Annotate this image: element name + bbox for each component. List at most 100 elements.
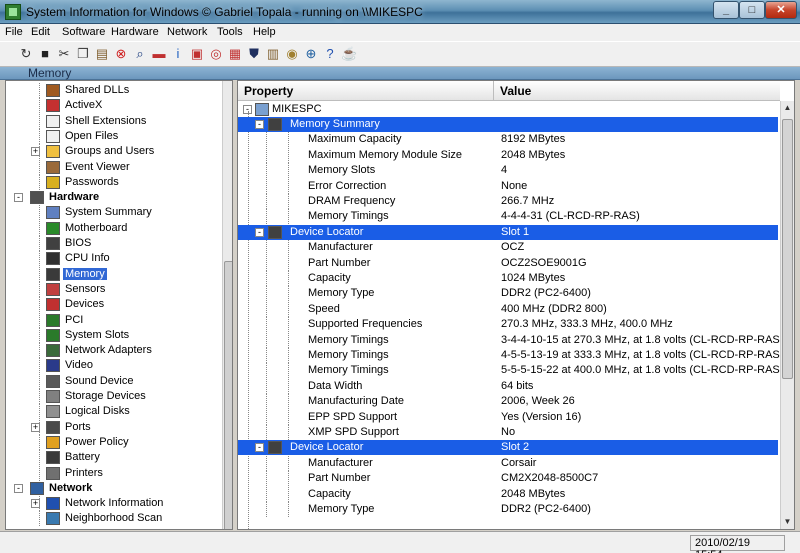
tree-item-ports[interactable]: + Ports (6, 419, 216, 435)
chart-icon[interactable]: ▦ (227, 45, 243, 63)
tree-item-network[interactable]: - Network (6, 481, 216, 496)
expand-icon[interactable]: + (31, 422, 40, 432)
property-row[interactable]: Manufacturing Date 2006, Week 26 (238, 394, 778, 410)
property-row[interactable]: Data Width 64 bits (238, 378, 778, 394)
cut-icon[interactable]: ✂ (56, 45, 72, 63)
info-icon[interactable]: i (170, 45, 186, 63)
column-header-property[interactable]: Property (238, 81, 494, 101)
tree-item-shell-extensions[interactable]: Shell Extensions (6, 113, 216, 129)
tree-item-groups-and-users[interactable]: + Groups and Users (6, 144, 216, 160)
tree-item-network-adapters[interactable]: Network Adapters (6, 343, 216, 359)
property-row[interactable]: Error Correction None (238, 178, 778, 194)
menu-file[interactable]: File (5, 26, 23, 38)
tree-item-sound-device[interactable]: Sound Device (6, 373, 216, 389)
property-row[interactable]: Maximum Capacity 8192 MBytes (238, 132, 778, 148)
tree-scrollbar-thumb[interactable] (224, 261, 232, 529)
property-row[interactable]: Memory Type DDR2 (PC2-6400) (238, 286, 778, 302)
property-row[interactable]: Manufacturer Corsair (238, 455, 778, 471)
help-icon[interactable]: ? (322, 45, 338, 63)
column-header-value[interactable]: Value (494, 81, 780, 101)
expand-icon[interactable]: + (31, 147, 40, 157)
property-row[interactable]: Capacity 2048 MBytes (238, 486, 778, 502)
property-row[interactable]: Supported Frequencies 270.3 MHz, 333.3 MH… (238, 317, 778, 333)
property-row[interactable]: EPP SPD Support Yes (Version 16) (238, 409, 778, 425)
property-row[interactable]: Memory Timings 4-5-5-13-19 at 333.3 MHz, … (238, 348, 794, 363)
find-icon[interactable]: ⌕ (132, 45, 148, 63)
stop-icon[interactable]: ⊗ (113, 45, 129, 63)
cd-icon[interactable]: ◉ (284, 45, 300, 63)
title-bar[interactable]: System Information for Windows © Gabriel… (0, 0, 800, 24)
tree-item-video[interactable]: Video (6, 358, 216, 374)
tree-item-bios[interactable]: BIOS (6, 236, 216, 251)
tree-root[interactable]: - MIKESPC (238, 102, 778, 117)
menu-help[interactable]: Help (253, 26, 276, 38)
save-icon[interactable]: ■ (37, 45, 53, 63)
menu-network[interactable]: Network (167, 26, 207, 38)
tree-item-pci[interactable]: PCI (6, 312, 216, 328)
collapse-icon[interactable]: - (14, 483, 23, 493)
navigation-tree[interactable]: Shared DLLs ActiveX Shell Extensions Open F… (5, 80, 233, 530)
copy-icon[interactable]: ❐ (75, 45, 91, 63)
tree-item-devices[interactable]: Devices (6, 297, 216, 313)
details-scrollbar[interactable]: ▲ ▼ (780, 101, 794, 529)
tree-item-power-policy[interactable]: Power Policy (6, 434, 216, 450)
property-row[interactable]: Maximum Memory Module Size 2048 MBytes (238, 147, 778, 163)
tree-item-printers[interactable]: Printers (6, 465, 216, 481)
tree-item-open-files[interactable]: Open Files (6, 128, 216, 144)
window-icon[interactable]: ▣ (189, 45, 205, 63)
tree-item-storage-devices[interactable]: Storage Devices (6, 389, 216, 404)
tree-scrollbar[interactable] (222, 81, 232, 529)
shield-icon[interactable]: ⛊ (246, 45, 262, 63)
details-panel[interactable]: Property Value - MIKESPC - Memory Summary Ma… (237, 80, 795, 530)
tree-item-cpu-info[interactable]: CPU Info (6, 251, 216, 267)
tree-item-sensors[interactable]: Sensors (6, 281, 216, 297)
tree-item-activex[interactable]: ActiveX (6, 98, 216, 114)
expand-icon[interactable]: + (31, 499, 40, 509)
record-icon[interactable]: ◎ (208, 45, 224, 63)
scroll-down-icon[interactable]: ▼ (782, 515, 793, 529)
close-button[interactable]: ✕ (765, 1, 797, 19)
property-row[interactable]: Speed 400 MHz (DDR2 800) (238, 301, 778, 317)
refresh-icon[interactable]: ↻ (18, 45, 34, 63)
menu-edit[interactable]: Edit (31, 26, 50, 38)
property-row[interactable]: Memory Timings 3-4-4-10-15 at 270.3 MHz, … (238, 332, 794, 348)
section-row[interactable]: - Device Locator Slot 1 (238, 224, 778, 240)
tree-item-neighborhood-scan[interactable]: Neighborhood Scan (6, 511, 216, 527)
property-row[interactable]: Memory Timings 5-5-5-15-22 at 400.0 MHz, … (238, 363, 794, 379)
tree-item-hardware[interactable]: - Hardware (6, 190, 216, 205)
menu-software[interactable]: Software (62, 26, 105, 38)
property-row[interactable]: Part Number CM2X2048-8500C7 (238, 471, 778, 487)
details-scrollbar-thumb[interactable] (782, 119, 793, 379)
tree-item-logical-disks[interactable]: Logical Disks (6, 404, 216, 420)
property-row[interactable]: XMP SPD Support No (238, 425, 778, 440)
property-row[interactable]: Part Number OCZ2SOE9001G (238, 255, 778, 271)
tree-item-system-slots[interactable]: System Slots (6, 327, 216, 343)
property-row[interactable]: Memory Slots 4 (238, 163, 778, 179)
section-row[interactable]: - Device Locator Slot 2 (238, 440, 778, 456)
property-row[interactable]: Capacity 1024 MBytes (238, 271, 778, 286)
collapse-icon[interactable]: - (14, 193, 23, 203)
tree-item-network-information[interactable]: + Network Information (6, 496, 216, 512)
tree-item-memory[interactable]: Memory (6, 266, 216, 282)
collapse-icon[interactable]: - (255, 120, 264, 129)
property-row[interactable]: Manufacturer OCZ (238, 240, 778, 256)
section-row[interactable]: - Memory Summary (238, 117, 778, 132)
property-row[interactable]: DRAM Frequency 266.7 MHz (238, 194, 778, 209)
menu-hardware[interactable]: Hardware (111, 26, 159, 38)
tree-item-motherboard[interactable]: Motherboard (6, 220, 216, 236)
menu-tools[interactable]: Tools (217, 26, 243, 38)
network-icon[interactable]: ⊕ (303, 45, 319, 63)
paste-icon[interactable]: ▤ (94, 45, 110, 63)
tree-item-event-viewer[interactable]: Event Viewer (6, 159, 216, 175)
coffee-icon[interactable]: ☕ (341, 45, 357, 63)
tree-item-shared-dlls[interactable]: Shared DLLs (6, 83, 216, 98)
tree-item-passwords[interactable]: Passwords (6, 174, 216, 190)
library-icon[interactable]: ▥ (265, 45, 281, 63)
collapse-icon[interactable]: - (255, 227, 264, 237)
tree-item-system-summary[interactable]: System Summary (6, 205, 216, 221)
property-row[interactable]: Memory Type DDR2 (PC2-6400) (238, 502, 778, 517)
minimize-button[interactable]: _ (713, 1, 739, 19)
color-icon[interactable]: ▬ (151, 45, 167, 63)
scroll-up-icon[interactable]: ▲ (782, 101, 793, 115)
maximize-button[interactable]: □ (739, 1, 765, 19)
